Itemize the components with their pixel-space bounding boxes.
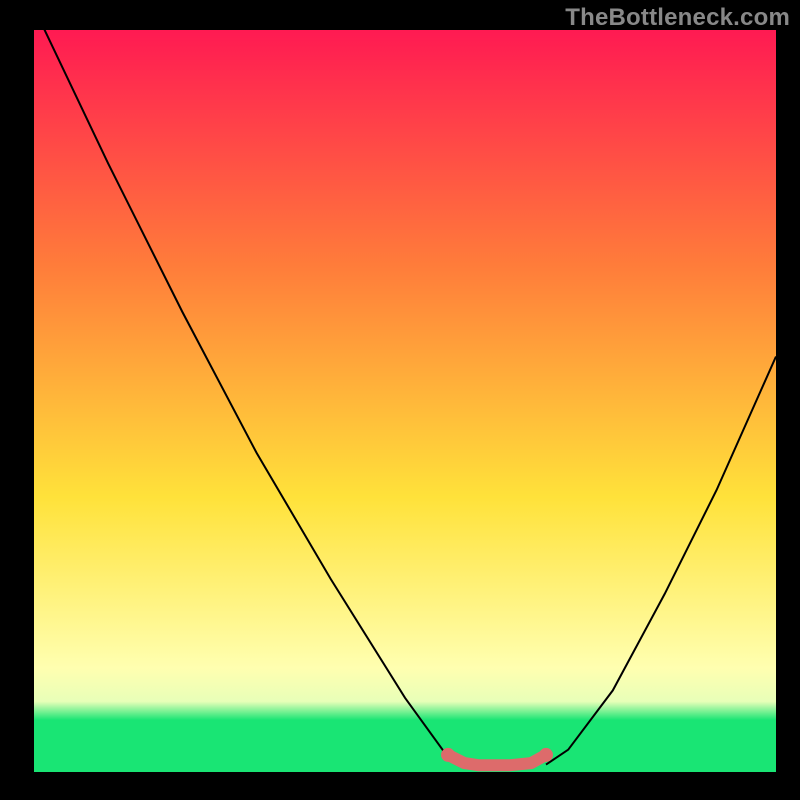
gradient-background <box>34 30 776 772</box>
chart-svg <box>0 0 800 800</box>
tolerance-endcap <box>441 748 455 762</box>
watermark-text: TheBottleneck.com <box>565 4 790 32</box>
chart-stage: TheBottleneck.com <box>0 0 800 800</box>
tolerance-endcap <box>539 748 553 762</box>
